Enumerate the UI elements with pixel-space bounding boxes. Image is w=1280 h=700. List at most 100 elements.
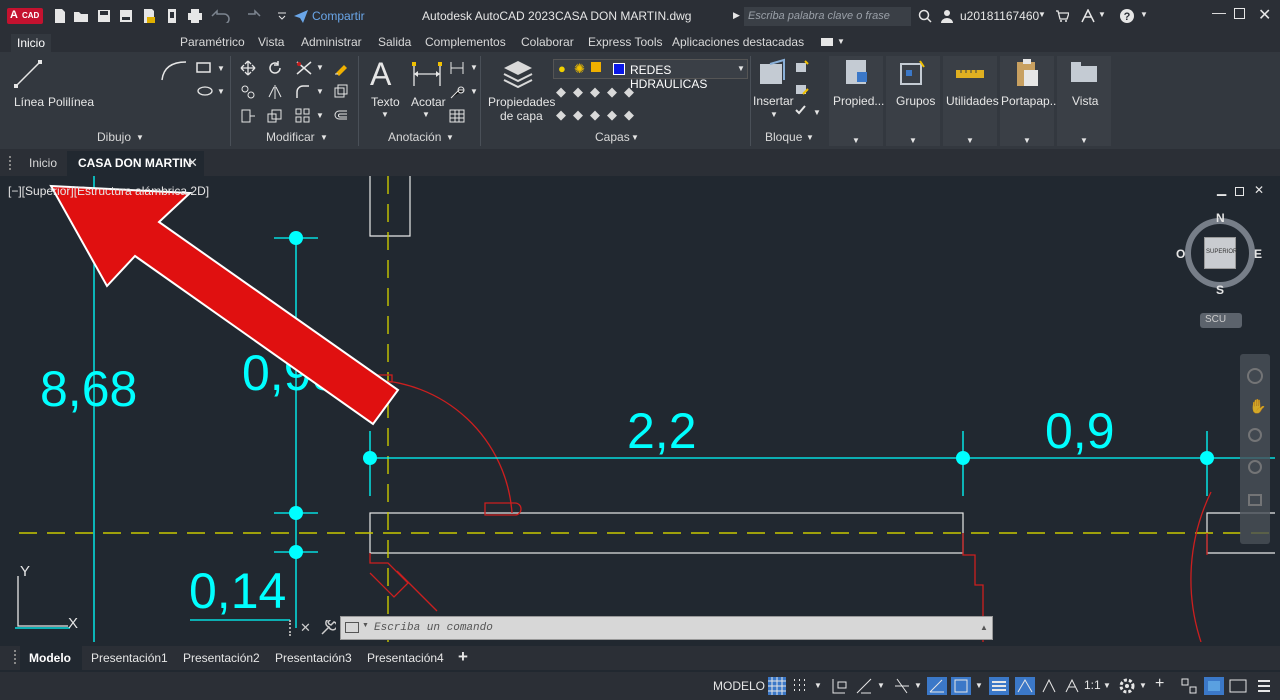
viewcube-face[interactable]: SUPERIOR — [1204, 237, 1237, 269]
model-space-button[interactable]: MODELO — [710, 675, 765, 697]
layer-lock-icon[interactable] — [591, 62, 601, 72]
command-history-icon[interactable] — [345, 622, 359, 633]
tab-aplicaciones[interactable]: Aplicaciones destacadas — [672, 35, 804, 49]
polar-chevron-icon[interactable]: ▼ — [914, 681, 922, 690]
search-input[interactable]: Escriba palabra clave o frase — [744, 7, 911, 26]
annotation-scale-value[interactable]: 1:1 — [1084, 678, 1101, 692]
nav-orbit-icon[interactable] — [1248, 460, 1262, 474]
modify-panel-title[interactable]: Modificar — [266, 130, 315, 144]
viewport-restore-icon[interactable] — [1235, 187, 1244, 196]
autoscale-icon[interactable] — [1040, 677, 1058, 695]
ucs-menu-button[interactable]: SCU — [1200, 313, 1242, 328]
rotate-icon[interactable] — [267, 60, 283, 76]
table-icon[interactable] — [449, 108, 465, 124]
copy-icon[interactable] — [240, 84, 256, 100]
layout-tab-2[interactable]: Presentación2 — [183, 651, 260, 665]
doc-tab-current[interactable]: CASA DON MARTIN ✕ — [67, 151, 204, 176]
linear-dim-chevron-icon[interactable]: ▼ — [470, 63, 478, 72]
print-icon[interactable] — [186, 8, 204, 24]
workspace-gear-icon[interactable] — [1118, 677, 1136, 695]
cart-icon[interactable] — [1055, 9, 1069, 23]
leader-icon[interactable] — [449, 84, 465, 100]
isodraft-icon[interactable] — [927, 677, 947, 695]
groups-panel[interactable]: Grupos ▼ — [886, 56, 940, 146]
annotation-panel-chevron-icon[interactable]: ▼ — [446, 133, 454, 142]
tab-vista[interactable]: Vista — [258, 35, 284, 49]
maximize-icon[interactable] — [1234, 8, 1245, 19]
layer-properties-label[interactable]: Propiedades — [488, 95, 555, 109]
mirror-icon[interactable] — [267, 84, 283, 100]
layer-on-icon[interactable]: ● — [558, 61, 566, 76]
polar-icon[interactable] — [893, 677, 911, 695]
linear-dim-icon[interactable] — [449, 60, 465, 76]
save-icon[interactable] — [96, 8, 112, 24]
viewport-close-icon[interactable]: ✕ — [1254, 183, 1264, 197]
layer-tools-row-1[interactable]: ◆◆◆◆◆ — [556, 84, 641, 100]
nav-zoom-icon[interactable] — [1248, 428, 1262, 442]
save-web-icon[interactable] — [164, 8, 180, 24]
viewcube-south[interactable]: S — [1216, 283, 1224, 297]
command-history-chevron-icon[interactable]: ▼ — [362, 622, 369, 629]
viewport-label[interactable]: [−][Superior][Estructura alámbrica 2D] — [8, 184, 209, 198]
layer-properties-label-2[interactable]: de capa — [500, 109, 543, 123]
layer-properties-icon[interactable] — [500, 58, 536, 90]
annotation-visibility-icon[interactable] — [1015, 677, 1035, 695]
search-expand-icon[interactable]: ▶ — [733, 10, 740, 21]
create-block-icon[interactable] — [795, 60, 809, 74]
annotation-scale-icon[interactable] — [1063, 677, 1081, 695]
nav-pan-icon[interactable]: ✋ — [1249, 398, 1266, 415]
rectangle-tool-icon[interactable] — [196, 62, 212, 74]
user-chevron-icon[interactable]: ▼ — [1038, 10, 1046, 19]
polyline-tool-label[interactable]: Polilínea — [48, 95, 94, 109]
layout-tab-model[interactable]: Modelo — [20, 646, 82, 670]
save-as-icon[interactable] — [118, 8, 134, 24]
block-panel-title[interactable]: Bloque — [765, 130, 802, 144]
dynamic-input-icon[interactable] — [830, 677, 848, 695]
layer-freeze-icon[interactable]: ✺ — [574, 61, 585, 77]
arc-tool-icon[interactable] — [160, 58, 188, 82]
rectangle-chevron-icon[interactable]: ▼ — [217, 64, 225, 73]
add-scale-icon[interactable]: + — [1155, 675, 1164, 693]
autodesk-icon[interactable] — [1080, 9, 1096, 23]
grid-icon[interactable] — [768, 677, 786, 695]
share-icon[interactable] — [293, 9, 309, 23]
tab-complementos[interactable]: Complementos — [425, 35, 506, 49]
user-icon[interactable] — [940, 9, 954, 23]
tab-salida[interactable]: Salida — [378, 35, 411, 49]
draw-panel-chevron-icon[interactable]: ▼ — [136, 133, 144, 142]
viewcube-west[interactable]: O — [1176, 247, 1185, 261]
command-input[interactable]: ▼ Escriba un comando ▲ — [340, 616, 993, 640]
text-tool-label[interactable]: Texto — [371, 95, 400, 109]
text-tool-icon[interactable]: A — [370, 56, 391, 93]
view-panel[interactable]: Vista ▼ — [1057, 56, 1111, 146]
isolate-objects-icon[interactable] — [1180, 677, 1198, 695]
line-tool-icon[interactable] — [12, 58, 44, 90]
snap-icon[interactable] — [792, 678, 808, 694]
array-icon[interactable] — [295, 108, 311, 124]
add-layout-icon[interactable]: + — [458, 647, 468, 667]
stretch-icon[interactable] — [240, 108, 256, 124]
object-snap-chevron-icon[interactable]: ▼ — [975, 681, 983, 690]
ortho-icon[interactable] — [855, 677, 873, 695]
annotation-panel-title[interactable]: Anotación — [388, 130, 441, 144]
command-line-customize-icon[interactable] — [320, 620, 336, 636]
ribbon-toggle-chevron-icon[interactable]: ▼ — [837, 37, 845, 46]
layer-dropdown-chevron-icon[interactable]: ▼ — [737, 64, 745, 73]
nav-steering-wheel-icon[interactable] — [1247, 368, 1263, 384]
open-folder-icon[interactable] — [73, 8, 89, 24]
viewcube[interactable]: SUPERIOR N S E O — [1176, 211, 1262, 297]
dimension-tool-chevron-icon[interactable]: ▼ — [422, 110, 430, 119]
command-line-handle[interactable] — [289, 620, 295, 636]
text-tool-chevron-icon[interactable]: ▼ — [381, 110, 389, 119]
insert-block-label[interactable]: Insertar — [753, 94, 794, 108]
explode-icon[interactable] — [333, 84, 349, 100]
clipboard-panel[interactable]: Portapap... ▼ — [1000, 56, 1060, 146]
share-button[interactable]: Compartir — [312, 9, 365, 23]
layout-tab-3[interactable]: Presentación3 — [275, 651, 352, 665]
insert-block-chevron-icon[interactable]: ▼ — [770, 110, 778, 119]
snap-chevron-icon[interactable]: ▼ — [814, 681, 822, 690]
customization-menu-icon[interactable] — [1256, 677, 1272, 695]
doc-tab-home[interactable]: Inicio — [29, 156, 57, 170]
layout-tab-1[interactable]: Presentación1 — [91, 651, 168, 665]
user-name[interactable]: u20181167460 — [960, 9, 1039, 23]
